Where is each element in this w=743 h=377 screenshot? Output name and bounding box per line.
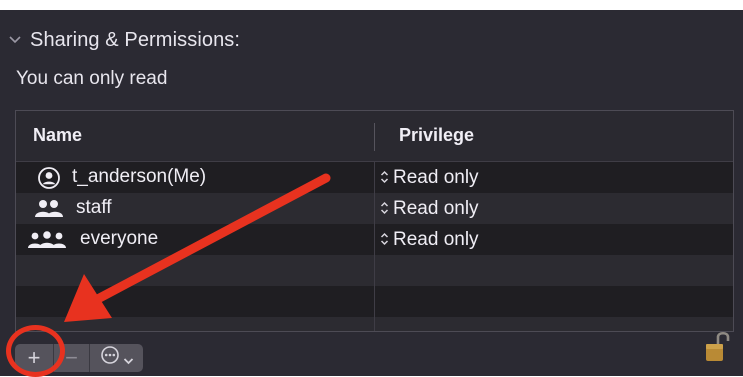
row-user-name: t_anderson [72,166,168,187]
section-title: Sharing & Permissions: [30,28,241,51]
row-group-name: staff [76,197,112,218]
privilege-value: Read only [393,228,479,250]
chevron-down-icon [123,345,134,371]
row-user-suffix: (Me) [167,166,207,187]
table-header: Name Privilege [16,111,733,162]
privilege-value: Read only [393,166,479,188]
chevron-down-icon[interactable] [8,33,22,47]
privilege-value: Read only [393,197,479,219]
row-group-name: everyone [80,228,159,249]
privilege-popup[interactable]: Read only [380,162,479,193]
user-circle-icon [37,166,61,190]
updown-chevron-icon [380,232,389,248]
updown-chevron-icon [380,201,389,217]
lock-open-icon[interactable] [705,330,731,364]
updown-chevron-icon [380,170,389,186]
column-divider [374,162,375,331]
annotation-circle [6,325,65,377]
ellipsis-circle-icon [100,345,120,371]
everyone-icon [28,228,66,252]
action-menu-button[interactable] [89,344,143,372]
column-divider[interactable] [374,123,375,151]
permission-status-text: You can only read [16,68,168,89]
column-header-name[interactable]: Name [33,125,82,146]
section-header[interactable]: Sharing & Permissions: [8,24,240,56]
permissions-table: Name Privilege t_anderson(Me) Read only [15,110,734,332]
group-icon [33,197,65,221]
sharing-permissions-panel: Sharing & Permissions: You can only read… [0,10,743,376]
privilege-popup[interactable]: Read only [380,193,479,224]
privilege-popup[interactable]: Read only [380,224,479,255]
column-header-privilege[interactable]: Privilege [399,125,474,146]
